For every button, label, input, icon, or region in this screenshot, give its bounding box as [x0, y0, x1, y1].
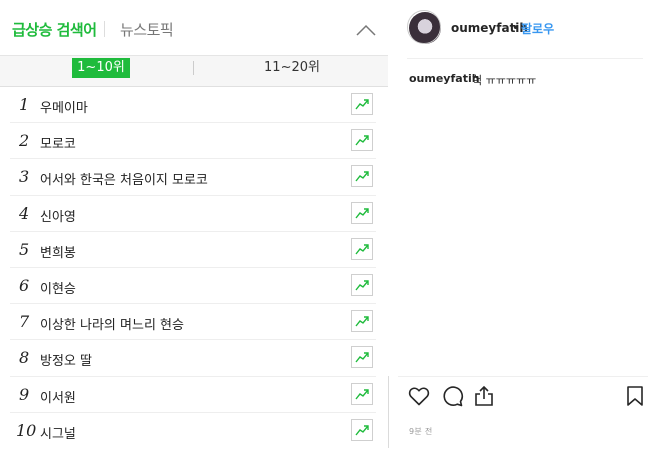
rank-keyword[interactable]: 이상한 나라의 며느리 현승: [40, 314, 184, 333]
actions-divider: [398, 376, 648, 377]
panel-border: [388, 376, 389, 448]
trend-chart-icon[interactable]: [351, 93, 373, 115]
rank-number: 8: [19, 348, 30, 368]
rank-keyword[interactable]: 방정오 딸: [40, 350, 92, 369]
tab-rising-keywords[interactable]: 급상승 검색어: [12, 19, 97, 40]
chevron-up-icon[interactable]: [356, 22, 376, 36]
rank-row[interactable]: 3 어서와 한국은 처음이지 모로코: [10, 159, 376, 196]
realtime-search-panel: 급상승 검색어 뉴스토픽 1~10위 11~20위 1 우메이마 2 모로코 3…: [0, 0, 388, 448]
caption-text: 헉 ㅠㅠㅠㅠㅠ: [472, 74, 537, 87]
range-divider: [193, 61, 194, 75]
rank-number: 6: [19, 275, 30, 295]
rank-row[interactable]: 6 이현승: [10, 268, 376, 305]
rank-keyword[interactable]: 이현승: [40, 278, 76, 297]
rank-row[interactable]: 8 방정오 딸: [10, 340, 376, 377]
rank-keyword[interactable]: 어서와 한국은 처음이지 모로코: [40, 169, 208, 188]
rank-number: 4: [19, 203, 30, 223]
rank-row[interactable]: 4 신아영: [10, 196, 376, 232]
trend-chart-icon[interactable]: [351, 418, 373, 441]
heart-icon[interactable]: [407, 384, 431, 408]
share-icon[interactable]: [472, 384, 496, 408]
trend-chart-icon[interactable]: [351, 382, 373, 405]
rank-number: 9: [19, 384, 30, 404]
bookmark-icon[interactable]: [623, 384, 647, 408]
trend-chart-icon[interactable]: [351, 273, 373, 296]
rank-number: 3: [19, 167, 30, 187]
tab-divider: [104, 21, 105, 37]
post-timestamp: 9분 전: [409, 427, 433, 436]
tab-news-topic[interactable]: 뉴스토픽: [120, 19, 174, 40]
rank-row[interactable]: 2 모로코: [10, 123, 376, 160]
rank-keyword[interactable]: 시그널: [40, 423, 76, 442]
rank-row[interactable]: 1 우메이마: [10, 87, 376, 124]
separator-dot: •: [512, 21, 520, 35]
header-divider: [407, 58, 643, 59]
trend-chart-icon[interactable]: [351, 201, 373, 224]
trend-chart-icon[interactable]: [351, 310, 373, 333]
range-11-20-button[interactable]: 11~20위: [262, 58, 322, 78]
rank-row[interactable]: 10 시그널: [10, 413, 376, 449]
rank-list: 1 우메이마 2 모로코 3 어서와 한국은 처음이지 모로코 4 신아영 5 …: [0, 87, 388, 449]
trend-chart-icon[interactable]: [351, 165, 373, 188]
trend-chart-icon[interactable]: [351, 346, 373, 369]
rank-number: 2: [19, 131, 30, 151]
follow-button[interactable]: 팔로우: [521, 20, 554, 37]
trend-chart-icon[interactable]: [351, 129, 373, 152]
rank-keyword[interactable]: 우메이마: [40, 97, 88, 116]
rank-keyword[interactable]: 이서원: [40, 387, 76, 406]
rank-row[interactable]: 7 이상한 나라의 며느리 현승: [10, 304, 376, 341]
instagram-post-panel: [388, 0, 658, 448]
rank-number: 7: [19, 312, 30, 332]
avatar-ring: [407, 10, 441, 44]
rank-number: 1: [19, 95, 30, 114]
rank-keyword[interactable]: 신아영: [40, 206, 76, 225]
rank-row[interactable]: 9 이서원: [10, 377, 376, 413]
range-1-10-button[interactable]: 1~10위: [72, 58, 130, 78]
rank-keyword[interactable]: 모로코: [40, 133, 76, 152]
rank-keyword[interactable]: 변희봉: [40, 242, 76, 261]
caption-username[interactable]: oumeyfatih: [409, 72, 480, 85]
rank-number: 5: [19, 239, 30, 259]
trend-chart-icon[interactable]: [351, 237, 373, 260]
range-selector: [0, 56, 388, 87]
rank-number: 10: [16, 420, 37, 440]
comment-icon[interactable]: [440, 384, 464, 408]
rank-row[interactable]: 5 변희봉: [10, 232, 376, 268]
